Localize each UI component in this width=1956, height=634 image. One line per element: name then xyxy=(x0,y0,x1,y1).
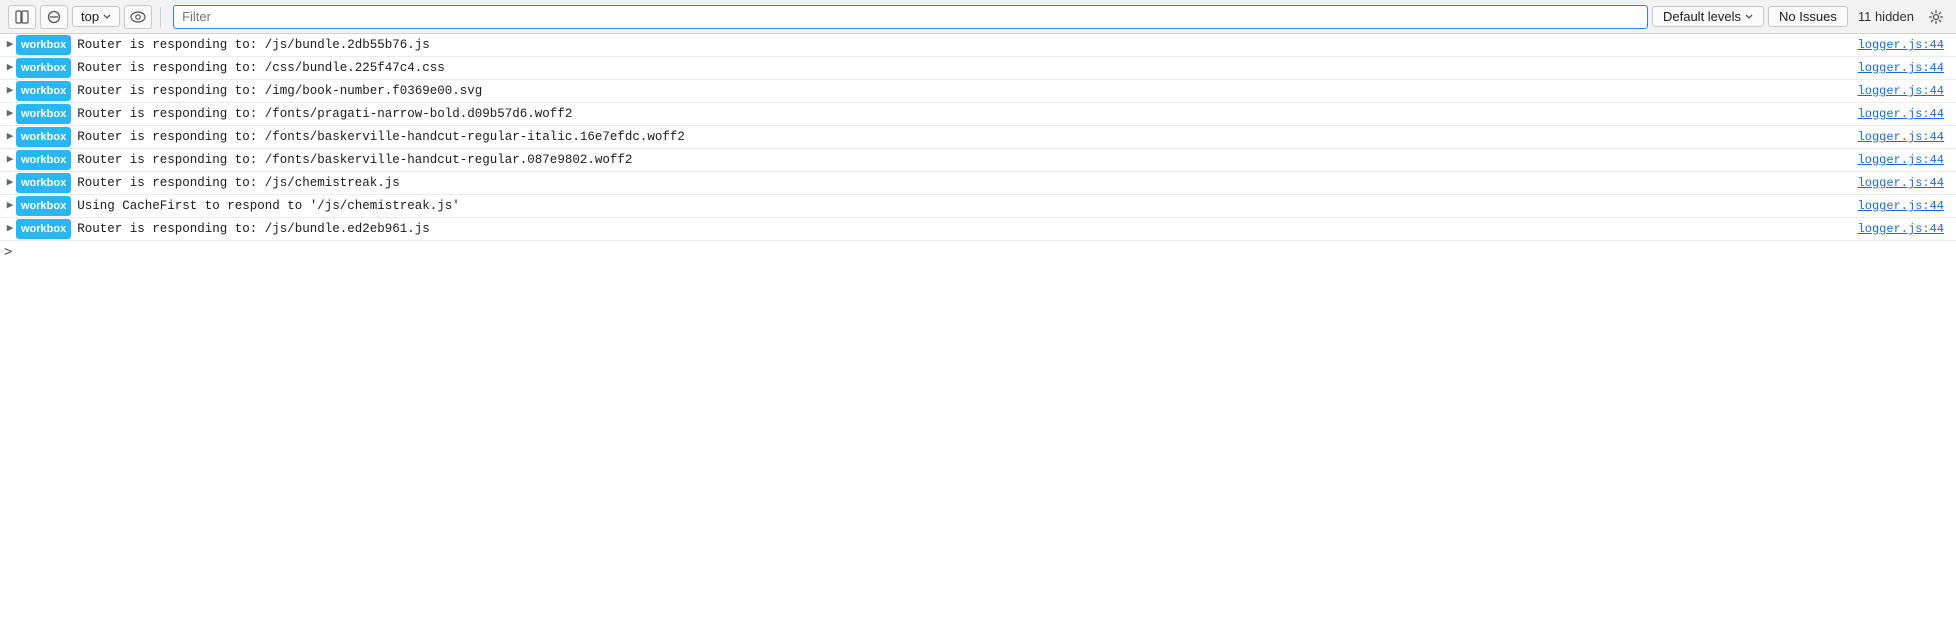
row-source-link[interactable]: logger.js:44 xyxy=(1858,151,1956,169)
row-message: Router is responding to: /css/bundle.225… xyxy=(77,59,1857,77)
row-message: Router is responding to: /fonts/baskervi… xyxy=(77,128,1857,146)
workbox-badge: workbox xyxy=(16,127,71,147)
workbox-badge: workbox xyxy=(16,173,71,193)
expand-arrow[interactable]: ▶ xyxy=(0,197,16,215)
row-message: Router is responding to: /js/bundle.2db5… xyxy=(77,36,1857,54)
gear-icon xyxy=(1928,9,1944,25)
clear-console-button[interactable] xyxy=(40,5,68,29)
console-area: ▶workboxRouter is responding to: /js/bun… xyxy=(0,34,1956,241)
expand-arrow[interactable]: ▶ xyxy=(0,220,16,238)
frame-selector[interactable]: top xyxy=(72,6,120,27)
table-row: ▶workbox Router is responding to: /css/bu… xyxy=(0,57,1956,80)
console-prompt: > xyxy=(0,241,1956,263)
row-source-link[interactable]: logger.js:44 xyxy=(1858,36,1956,54)
console-toolbar: top Default levels No Issues 11 hidden xyxy=(0,0,1956,34)
row-source-link[interactable]: logger.js:44 xyxy=(1858,59,1956,77)
no-issues-label: No Issues xyxy=(1779,9,1837,24)
hidden-count-label: 11 hidden xyxy=(1852,9,1920,24)
eye-icon xyxy=(130,11,146,23)
workbox-badge: workbox xyxy=(16,150,71,170)
prompt-arrow[interactable]: > xyxy=(4,244,12,260)
row-message: Router is responding to: /js/bundle.ed2e… xyxy=(77,220,1857,238)
no-issues-button[interactable]: No Issues xyxy=(1768,6,1848,27)
row-message: Router is responding to: /js/chemistreak… xyxy=(77,174,1857,192)
log-levels-button[interactable]: Default levels xyxy=(1652,6,1764,27)
table-row: ▶workbox Router is responding to: /fonts/… xyxy=(0,149,1956,172)
workbox-badge: workbox xyxy=(16,35,71,55)
settings-button[interactable] xyxy=(1924,5,1948,29)
expand-arrow[interactable]: ▶ xyxy=(0,128,16,146)
row-message: Using CacheFirst to respond to '/js/chem… xyxy=(77,197,1857,215)
workbox-badge: workbox xyxy=(16,219,71,239)
expand-arrow[interactable]: ▶ xyxy=(0,151,16,169)
table-row: ▶workbox Router is responding to: /js/bun… xyxy=(0,34,1956,57)
expand-arrow[interactable]: ▶ xyxy=(0,105,16,123)
workbox-badge: workbox xyxy=(16,81,71,101)
sidebar-toggle-button[interactable] xyxy=(8,5,36,29)
row-message: Router is responding to: /fonts/baskervi… xyxy=(77,151,1857,169)
filter-input[interactable] xyxy=(173,5,1648,29)
row-source-link[interactable]: logger.js:44 xyxy=(1858,82,1956,100)
levels-chevron-icon xyxy=(1745,14,1753,20)
expand-arrow[interactable]: ▶ xyxy=(0,59,16,77)
row-source-link[interactable]: logger.js:44 xyxy=(1858,105,1956,123)
table-row: ▶workbox Router is responding to: /js/che… xyxy=(0,172,1956,195)
expand-arrow[interactable]: ▶ xyxy=(0,82,16,100)
row-source-link[interactable]: logger.js:44 xyxy=(1858,197,1956,215)
table-row: ▶workbox Router is responding to: /fonts/… xyxy=(0,103,1956,126)
table-row: ▶workbox Router is responding to: /fonts/… xyxy=(0,126,1956,149)
row-source-link[interactable]: logger.js:44 xyxy=(1858,174,1956,192)
row-source-link[interactable]: logger.js:44 xyxy=(1858,220,1956,238)
table-row: ▶workbox Router is responding to: /js/bun… xyxy=(0,218,1956,241)
clear-icon xyxy=(47,10,61,24)
toolbar-separator xyxy=(160,7,161,27)
row-source-link[interactable]: logger.js:44 xyxy=(1858,128,1956,146)
workbox-badge: workbox xyxy=(16,58,71,78)
row-message: Router is responding to: /img/book-numbe… xyxy=(77,82,1857,100)
workbox-badge: workbox xyxy=(16,196,71,216)
row-message: Router is responding to: /fonts/pragati-… xyxy=(77,105,1857,123)
sidebar-icon xyxy=(15,10,29,24)
chevron-down-icon xyxy=(103,14,111,20)
expand-arrow[interactable]: ▶ xyxy=(0,174,16,192)
workbox-badge: workbox xyxy=(16,104,71,124)
table-row: ▶workbox Router is responding to: /img/bo… xyxy=(0,80,1956,103)
frame-label: top xyxy=(81,9,99,24)
levels-label: Default levels xyxy=(1663,9,1741,24)
expand-arrow[interactable]: ▶ xyxy=(0,36,16,54)
table-row: ▶workbox Using CacheFirst to respond to '… xyxy=(0,195,1956,218)
show-network-button[interactable] xyxy=(124,5,152,29)
